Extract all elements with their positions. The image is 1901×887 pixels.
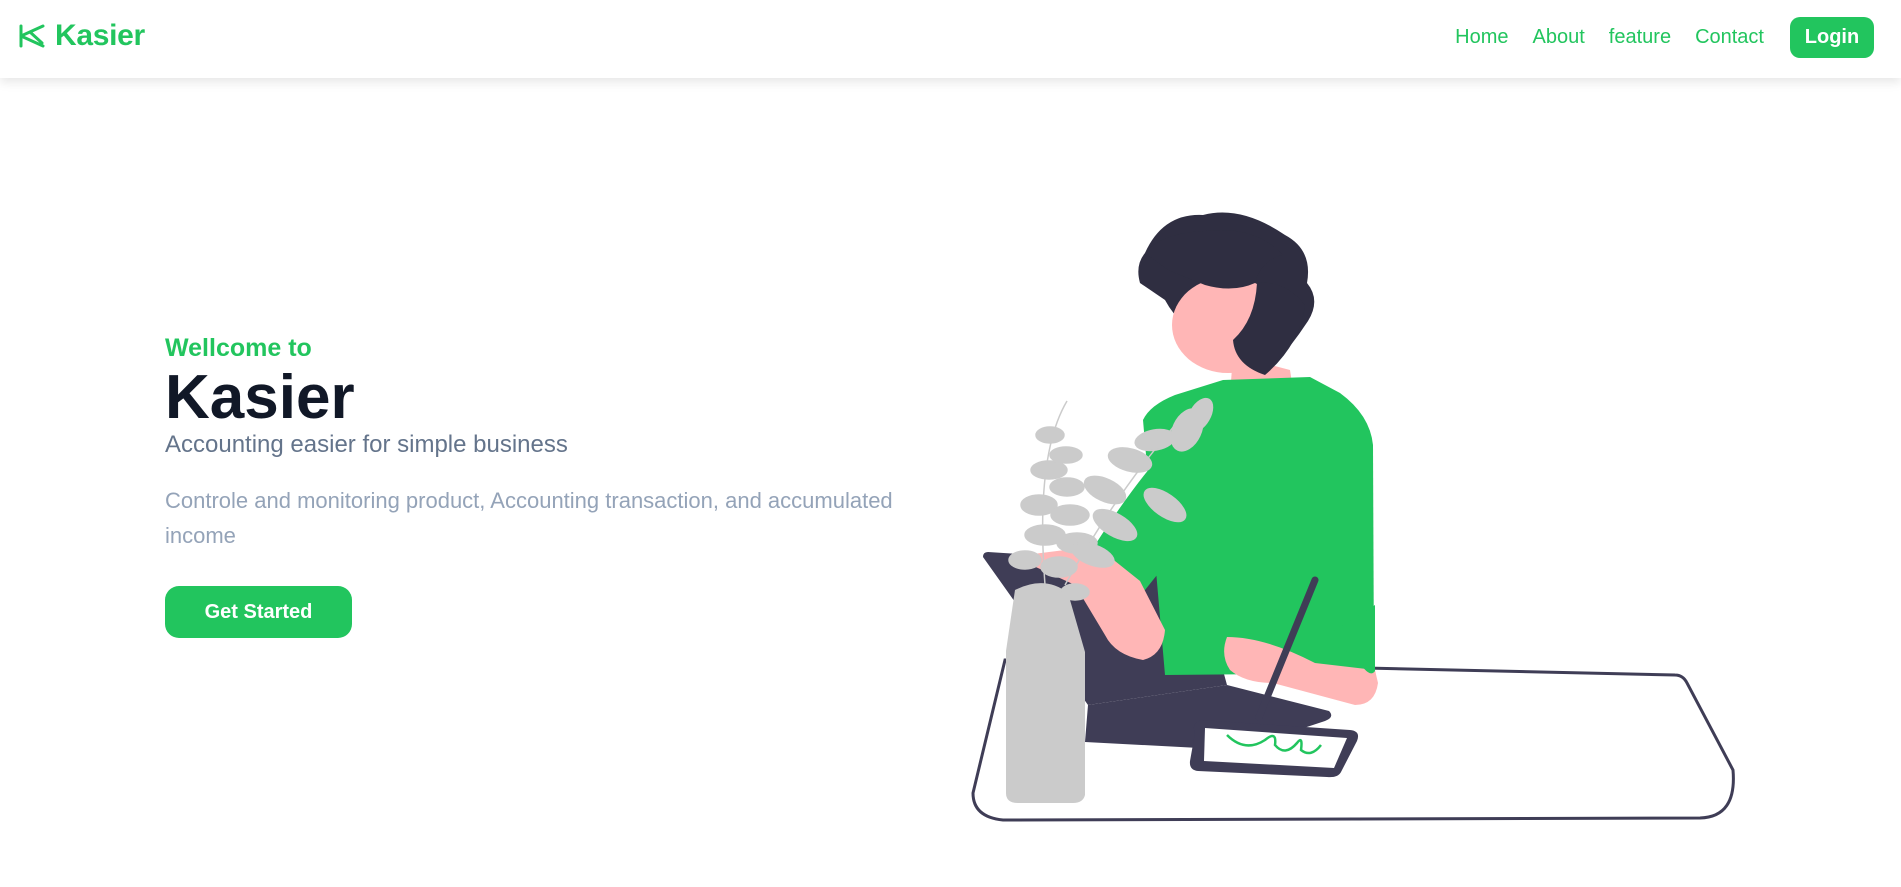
kasier-logo-icon	[19, 24, 45, 48]
brand-name: Kasier	[55, 19, 145, 52]
brand[interactable]: Kasier	[18, 19, 145, 53]
hero-title: Kasier	[165, 363, 355, 432]
hero-welcome: Wellcome to	[165, 334, 312, 362]
nav-contact-link[interactable]: Contact	[1695, 26, 1764, 49]
nav-feature-link[interactable]: feature	[1609, 26, 1671, 49]
hero-illustration	[971, 212, 1735, 822]
hero-subtitle: Accounting easier for simple business	[165, 431, 568, 458]
login-button[interactable]: Login	[1790, 17, 1874, 58]
nav-home-link[interactable]: Home	[1455, 26, 1508, 49]
nav-links: Home About feature Contact Login	[1431, 17, 1874, 58]
nav-about-link[interactable]: About	[1533, 26, 1585, 49]
hero-text: Wellcome to Kasier Accounting easier for…	[165, 334, 945, 638]
get-started-button[interactable]: Get Started	[165, 586, 352, 638]
navbar: Kasier Home About feature Contact Login	[0, 0, 1901, 78]
plant-vase	[1006, 583, 1085, 803]
hero-description: Controle and monitoring product, Account…	[165, 488, 893, 548]
